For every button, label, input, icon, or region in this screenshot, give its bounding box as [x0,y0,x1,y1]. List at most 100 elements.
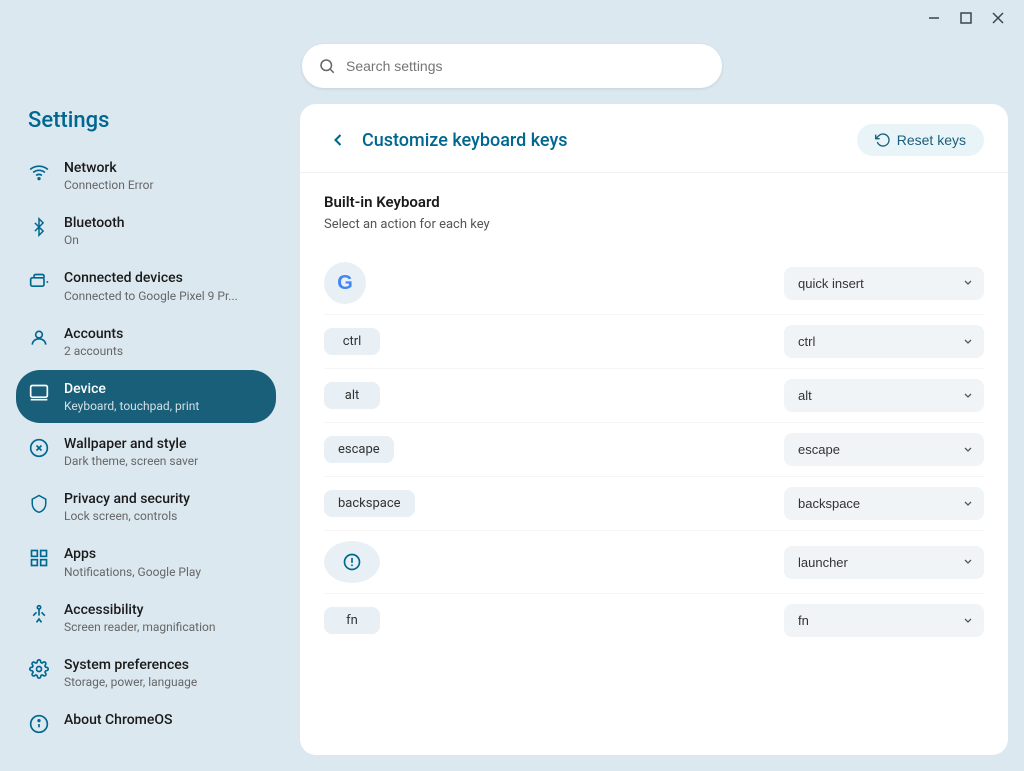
key-label: G [324,262,784,304]
page-header: Customize keyboard keys Reset keys [300,104,1008,173]
sidebar-item-accounts[interactable]: Accounts 2 accounts [16,315,276,368]
about-icon [28,713,50,735]
sidebar-item-accounts-text: Accounts 2 accounts [64,325,264,358]
connected-devices-icon [28,271,50,293]
key-label [324,541,784,583]
search-icon [318,57,336,75]
sidebar-item-privacy[interactable]: Privacy and security Lock screen, contro… [16,480,276,533]
app-body: Settings Network Connection Error [0,36,1024,771]
key-row: ctrl ctrlaltdisabled [324,315,984,369]
sidebar: Settings Network Connection Error [16,104,284,755]
bluetooth-icon [28,216,50,238]
titlebar-buttons [920,4,1012,32]
key-select-wrap: altctrldisabled [784,379,984,412]
key-select-wrap: ctrlaltdisabled [784,325,984,358]
network-icon [28,161,50,183]
sidebar-item-accessibility[interactable]: Accessibility Screen reader, magnificati… [16,591,276,644]
search-input[interactable] [346,58,706,74]
launcher-key-badge [324,541,380,583]
sidebar-item-privacy-text: Privacy and security Lock screen, contro… [64,490,264,523]
sidebar-item-accounts-title: Accounts [64,325,264,343]
key-select[interactable]: quick insertcaps lockdisabled [784,267,984,300]
key-label: ctrl [324,328,784,355]
sidebar-item-wallpaper-title: Wallpaper and style [64,435,264,453]
key-select[interactable]: fndisabled [784,604,984,637]
reset-keys-label: Reset keys [897,132,966,148]
sidebar-item-wallpaper-subtitle: Dark theme, screen saver [64,454,264,468]
back-button[interactable] [324,126,352,154]
key-select[interactable]: escapedisabledback [784,433,984,466]
key-row: alt altctrldisabled [324,369,984,423]
key-select-wrap: launcherdisabled [784,546,984,579]
key-select-wrap: fndisabled [784,604,984,637]
wallpaper-icon [28,437,50,459]
close-button[interactable] [984,4,1012,32]
sidebar-item-about-text: About ChromeOS [64,711,264,729]
key-badge: ctrl [324,328,380,355]
key-label: alt [324,382,784,409]
reset-keys-button[interactable]: Reset keys [857,124,984,156]
privacy-icon [28,492,50,514]
key-select-wrap: escapedisabledback [784,433,984,466]
key-row: escape escapedisabledback [324,423,984,477]
sidebar-item-bluetooth[interactable]: Bluetooth On [16,204,276,257]
settings-window: Settings Network Connection Error [0,0,1024,771]
key-row: fn fndisabled [324,594,984,647]
sidebar-item-system-text: System preferences Storage, power, langu… [64,656,264,689]
search-bar-container [16,36,1008,104]
sidebar-item-apps-text: Apps Notifications, Google Play [64,545,264,578]
key-row: backspace backspacedeletedisabled [324,477,984,531]
page-title: Customize keyboard keys [362,130,568,151]
sidebar-item-accounts-subtitle: 2 accounts [64,344,264,358]
maximize-button[interactable] [952,4,980,32]
sidebar-item-network-title: Network [64,159,264,177]
section-title: Built-in Keyboard [324,193,984,211]
accounts-icon [28,327,50,349]
sidebar-item-connected-devices[interactable]: Connected devices Connected to Google Pi… [16,259,276,312]
minimize-button[interactable] [920,4,948,32]
key-select[interactable]: launcherdisabled [784,546,984,579]
key-row: G quick insertcaps lockdisabled [324,252,984,315]
sidebar-item-connected-text: Connected devices Connected to Google Pi… [64,269,264,302]
key-select-wrap: quick insertcaps lockdisabled [784,267,984,300]
main-panel: Customize keyboard keys Reset keys Built… [300,104,1008,755]
sidebar-item-accessibility-text: Accessibility Screen reader, magnificati… [64,601,264,634]
apps-icon [28,547,50,569]
titlebar [0,0,1024,36]
key-select[interactable]: altctrldisabled [784,379,984,412]
sidebar-item-apps-title: Apps [64,545,264,563]
sidebar-item-about[interactable]: About ChromeOS [16,701,276,745]
key-select[interactable]: ctrlaltdisabled [784,325,984,358]
sidebar-item-network[interactable]: Network Connection Error [16,149,276,202]
key-select[interactable]: backspacedeletedisabled [784,487,984,520]
key-label: escape [324,436,784,463]
page-header-left: Customize keyboard keys [324,126,568,154]
sidebar-item-device-title: Device [64,380,264,398]
device-icon [28,382,50,404]
sidebar-item-device[interactable]: Device Keyboard, touchpad, print [16,370,276,423]
sidebar-item-apps-subtitle: Notifications, Google Play [64,565,264,579]
sidebar-item-device-text: Device Keyboard, touchpad, print [64,380,264,413]
section-subtitle: Select an action for each key [324,217,984,232]
g-key-badge: G [324,262,366,304]
sidebar-item-system-subtitle: Storage, power, language [64,675,264,689]
key-label: backspace [324,490,784,517]
sidebar-item-connected-subtitle: Connected to Google Pixel 9 Pr... [64,289,264,303]
sidebar-item-wallpaper-text: Wallpaper and style Dark theme, screen s… [64,435,264,468]
sidebar-item-network-text: Network Connection Error [64,159,264,192]
key-row: launcherdisabled [324,531,984,594]
sidebar-item-connected-title: Connected devices [64,269,264,287]
sidebar-item-about-title: About ChromeOS [64,711,264,729]
sidebar-item-wallpaper[interactable]: Wallpaper and style Dark theme, screen s… [16,425,276,478]
system-icon [28,658,50,680]
key-badge: fn [324,607,380,634]
keyboard-section: Built-in Keyboard Select an action for e… [300,173,1008,755]
content-area: Settings Network Connection Error [16,104,1008,755]
app-title: Settings [16,104,276,149]
sidebar-item-system[interactable]: System preferences Storage, power, langu… [16,646,276,699]
key-label: fn [324,607,784,634]
sidebar-item-bluetooth-subtitle: On [64,233,264,247]
sidebar-item-accessibility-subtitle: Screen reader, magnification [64,620,264,634]
accessibility-icon [28,603,50,625]
sidebar-item-apps[interactable]: Apps Notifications, Google Play [16,535,276,588]
